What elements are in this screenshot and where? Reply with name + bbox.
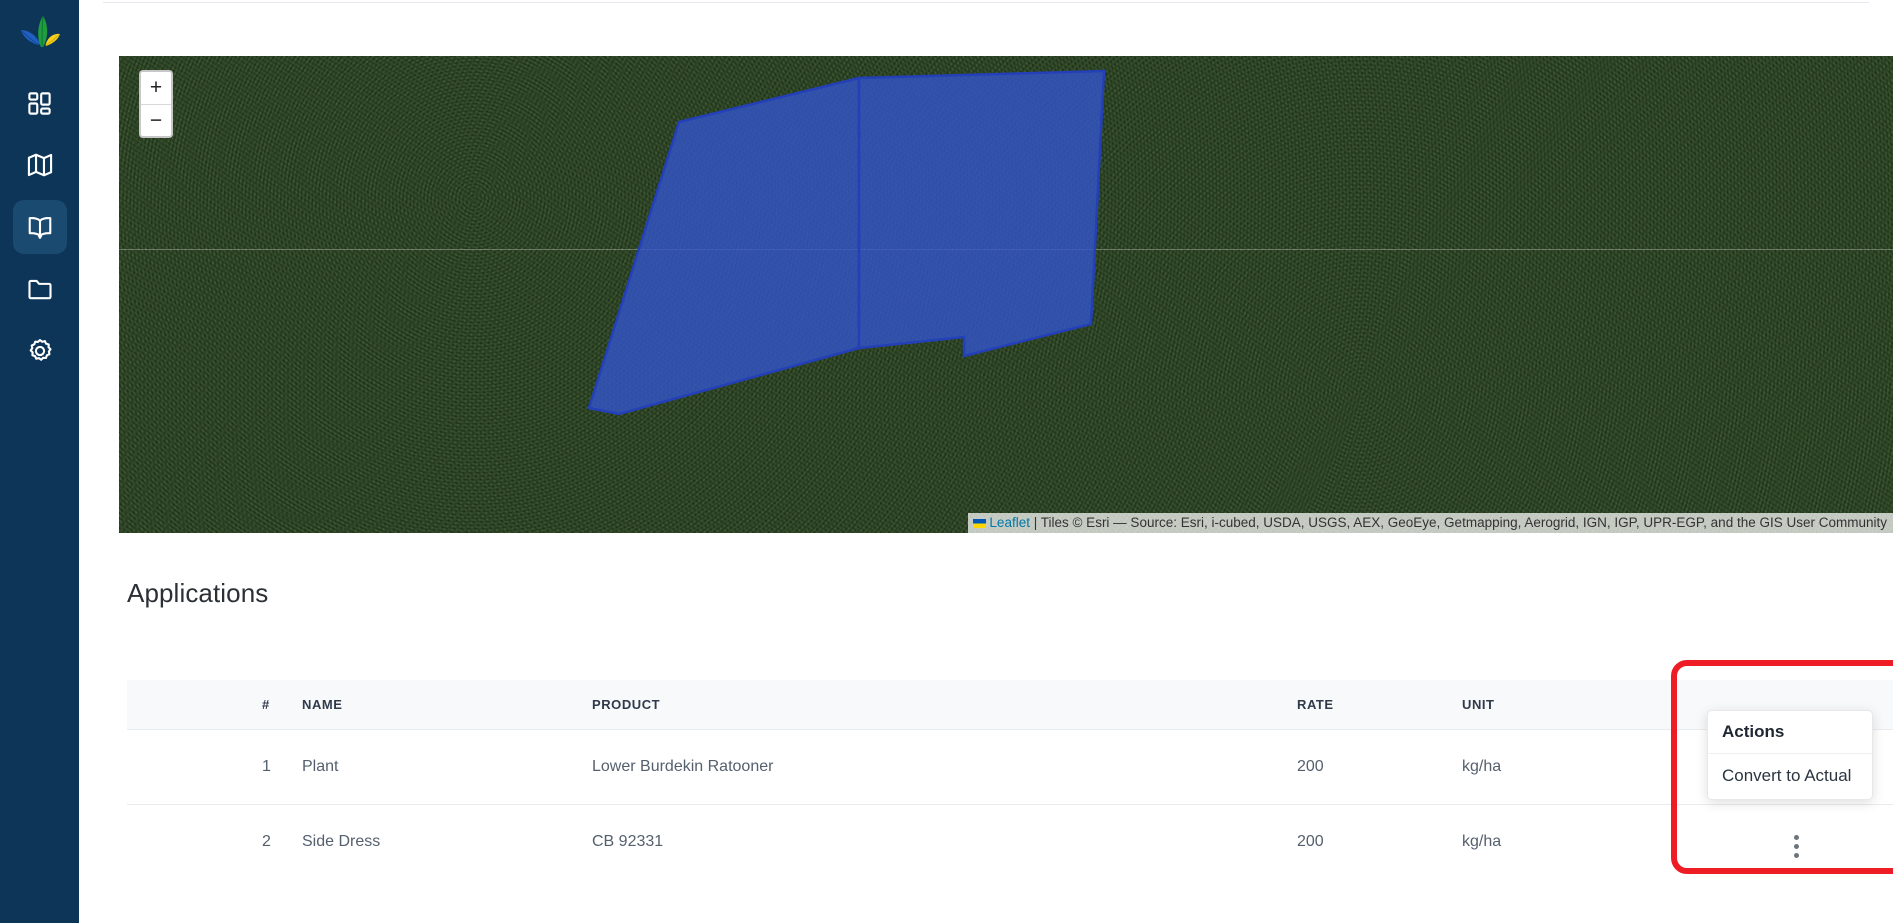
cell-name: Plant: [277, 729, 567, 805]
table-header-row: # NAME PRODUCT RATE UNIT: [127, 680, 1893, 730]
field-parcel-right: [857, 69, 1106, 358]
actions-dropdown-menu[interactable]: Actions Convert to Actual: [1707, 710, 1873, 800]
cell-rate: 200: [1297, 833, 1324, 850]
sidebar-nav: [12, 76, 67, 378]
field-parcel-left: [587, 76, 861, 416]
map-attribution: Leaflet | Tiles © Esri — Source: Esri, i…: [968, 513, 1893, 533]
sidebar-item-map[interactable]: [13, 138, 67, 192]
leaflet-link[interactable]: Leaflet: [989, 515, 1030, 530]
column-header-rate: RATE: [1107, 680, 1407, 730]
cell-product: CB 92331: [592, 833, 664, 850]
map-zoom-controls[interactable]: + −: [139, 70, 173, 138]
map-icon: [27, 153, 52, 177]
column-header-unit: UNIT: [1407, 680, 1637, 730]
sidebar-item-dashboard[interactable]: [13, 76, 67, 130]
top-divider: [103, 2, 1869, 3]
table-row[interactable]: 1 Plant Lower Burdekin Ratooner 200 kg/h…: [127, 729, 1893, 805]
zoom-in-button[interactable]: +: [141, 72, 171, 104]
column-header-num: #: [127, 680, 277, 730]
table-row[interactable]: 2 Side Dress CB 92331 200 kg/ha: [127, 805, 1893, 880]
app-root: + − Leaflet | Tiles © Esri — Source: Esr…: [0, 0, 1893, 923]
dashboard-grid-icon: [28, 91, 51, 115]
three-dots-vertical-icon: [1793, 834, 1799, 840]
three-dots-vertical-icon: [1793, 852, 1799, 858]
cell-actions: [1637, 805, 1893, 880]
applications-table: # NAME PRODUCT RATE UNIT 1 Plant Lower B…: [127, 680, 1893, 879]
table-header: # NAME PRODUCT RATE UNIT: [127, 680, 1893, 730]
cell-unit: kg/ha: [1462, 833, 1502, 850]
sidebar-item-settings[interactable]: [13, 324, 67, 378]
sidebar-item-files[interactable]: [13, 262, 67, 316]
three-dots-vertical-icon: [1793, 843, 1799, 849]
content-area: + − Leaflet | Tiles © Esri — Source: Esr…: [79, 0, 1893, 923]
zoom-out-button[interactable]: −: [141, 104, 171, 136]
leaf-logo-icon: [20, 16, 60, 47]
field-boundary-polygons[interactable]: [119, 56, 1893, 533]
dropdown-header: Actions: [1708, 711, 1872, 754]
cell-num: 1: [127, 729, 277, 805]
applications-table-wrap: # NAME PRODUCT RATE UNIT 1 Plant Lower B…: [127, 680, 1893, 879]
attribution-text: Tiles © Esri — Source: Esri, i-cubed, US…: [1040, 515, 1887, 530]
column-header-product: PRODUCT: [567, 680, 1107, 730]
page-title: Applications: [127, 578, 269, 608]
app-logo[interactable]: [0, 0, 79, 62]
dropdown-item-convert-to-actual[interactable]: Convert to Actual: [1708, 754, 1872, 799]
sidebar-item-records[interactable]: [12, 200, 67, 254]
cell-rate: 200: [1107, 729, 1407, 805]
cell-unit: kg/ha: [1407, 729, 1637, 805]
cell-name: Side Dress: [302, 833, 381, 850]
book-icon: [28, 217, 51, 239]
gear-icon: [29, 338, 52, 361]
row-actions-kebab-button[interactable]: [1779, 826, 1813, 866]
cell-product: Lower Burdekin Ratooner: [567, 729, 1107, 805]
ukraine-flag-icon: [973, 519, 987, 528]
column-header-name: NAME: [277, 680, 567, 730]
table-body: 1 Plant Lower Burdekin Ratooner 200 kg/h…: [127, 729, 1893, 880]
cell-num: 2: [262, 833, 271, 850]
sidebar: [0, 0, 79, 923]
field-map[interactable]: + − Leaflet | Tiles © Esri — Source: Esr…: [119, 56, 1893, 533]
attribution-separator: |: [1029, 515, 1041, 530]
folder-icon: [27, 279, 52, 300]
